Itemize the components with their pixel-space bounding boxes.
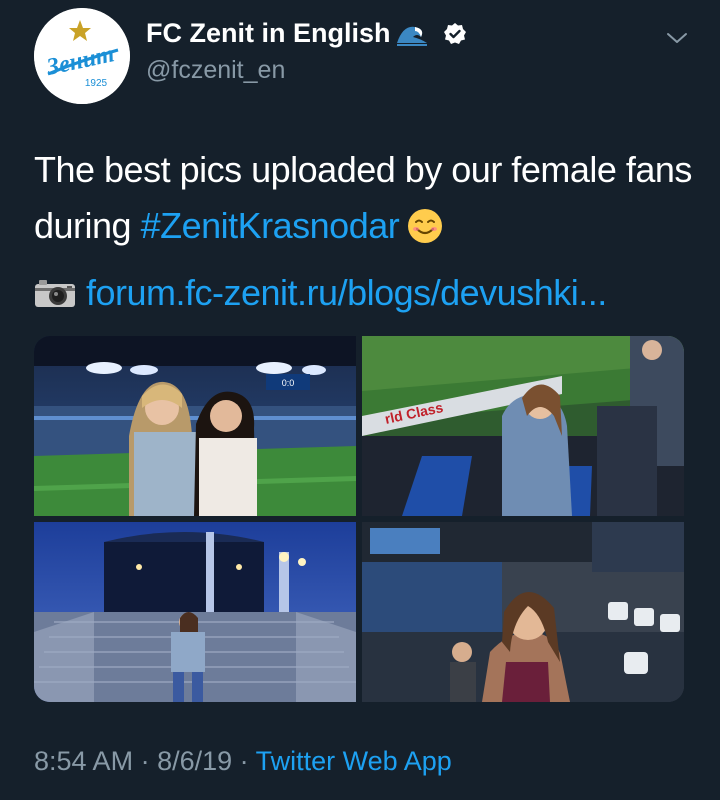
profile-avatar[interactable]: Зенит 1925 bbox=[34, 8, 130, 104]
photo-2[interactable]: rld Class bbox=[362, 336, 684, 516]
author-handle[interactable]: @fczenit_en bbox=[146, 56, 285, 85]
meta-separator-2: · bbox=[232, 746, 256, 776]
author-display-name[interactable]: FC Zenit in English bbox=[146, 18, 391, 49]
hashtag-link[interactable]: #ZenitKrasnodar bbox=[141, 205, 400, 246]
link-row: forum.fc-zenit.ru/blogs/devushki... bbox=[34, 272, 607, 314]
tweet-time[interactable]: 8:54 AM bbox=[34, 746, 133, 776]
author-name-row[interactable]: FC Zenit in English bbox=[146, 18, 467, 49]
photo-grid: 0:0 rld Class bbox=[34, 336, 684, 702]
external-link[interactable]: forum.fc-zenit.ru/blogs/devushki... bbox=[86, 272, 607, 314]
meta-separator: · bbox=[133, 746, 158, 776]
camera-icon bbox=[35, 280, 75, 307]
smiling-face-icon bbox=[408, 209, 443, 243]
tweet-text: The best pics uploaded by our female fan… bbox=[34, 142, 694, 254]
svg-text:1925: 1925 bbox=[85, 78, 108, 89]
photo-3[interactable] bbox=[34, 522, 356, 702]
chevron-down-icon[interactable] bbox=[664, 28, 690, 48]
zenit-logo: Зенит 1925 bbox=[34, 8, 130, 104]
photo-1[interactable]: 0:0 bbox=[34, 336, 356, 516]
scoreboard-text: 0:0 bbox=[282, 378, 295, 388]
verified-badge-icon bbox=[443, 22, 466, 44]
water-wave-icon bbox=[396, 26, 427, 46]
tweet-meta: 8:54 AM · 8/6/19 · Twitter Web App bbox=[34, 746, 452, 777]
tweet-source-link[interactable]: Twitter Web App bbox=[256, 746, 452, 776]
photo-4[interactable] bbox=[362, 522, 684, 702]
tweet-date[interactable]: 8/6/19 bbox=[157, 746, 232, 776]
